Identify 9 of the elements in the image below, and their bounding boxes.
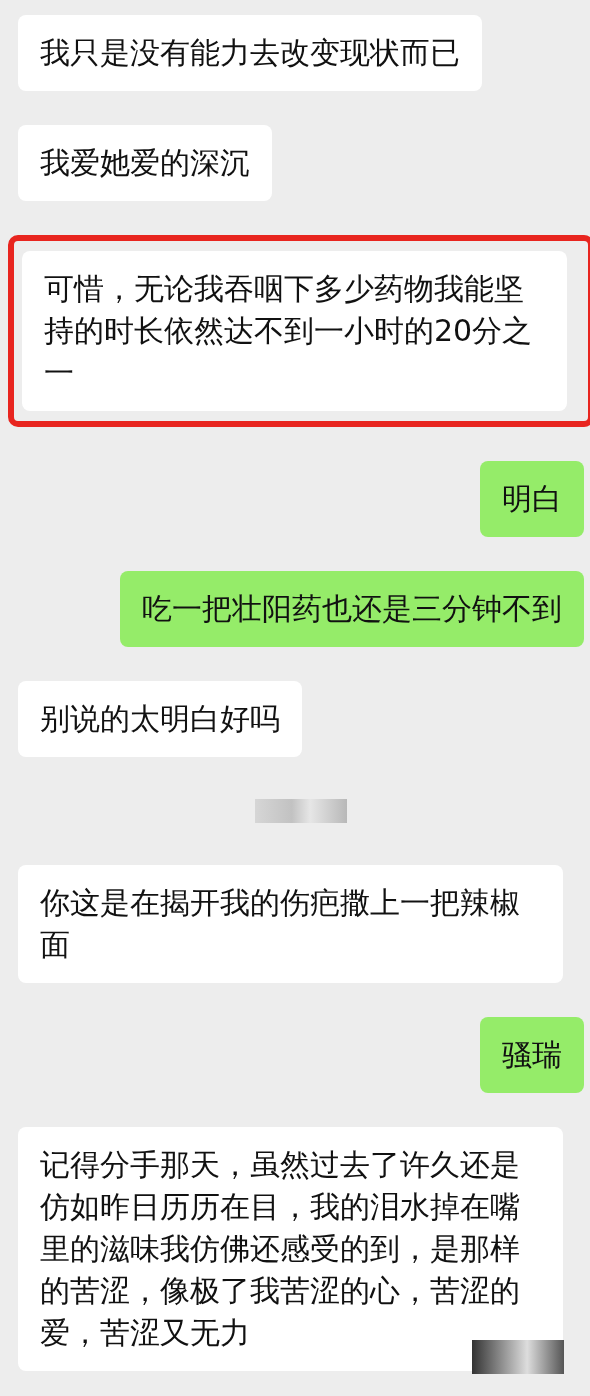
message-bubble: 我只是没有能力去改变现状而已 [18, 15, 482, 91]
message-bubble: 你这是在揭开我的伤疤撒上一把辣椒面 [18, 865, 563, 983]
message-bubble: 可惜，无论我吞咽下多少药物我能坚持的时长依然达不到一小时的20分之一 [22, 251, 567, 411]
message-bubble: 别说的太明白好吗 [18, 681, 302, 757]
message-bubble: 骚瑞 [480, 1017, 584, 1093]
message-bubble: 吃一把壮阳药也还是三分钟不到 [120, 571, 584, 647]
message-bubble: 明白 [480, 461, 584, 537]
message-bubble: 记得分手那天，虽然过去了许久还是仿如昨日历历在目，我的泪水掉在嘴里的滋味我仿佛还感受的到，是那样的苦涩，像极了我苦涩的心，苦涩的爱，苦涩又无力 [18, 1127, 563, 1371]
message-bubble: 我爱她爱的深沉 [18, 125, 272, 201]
